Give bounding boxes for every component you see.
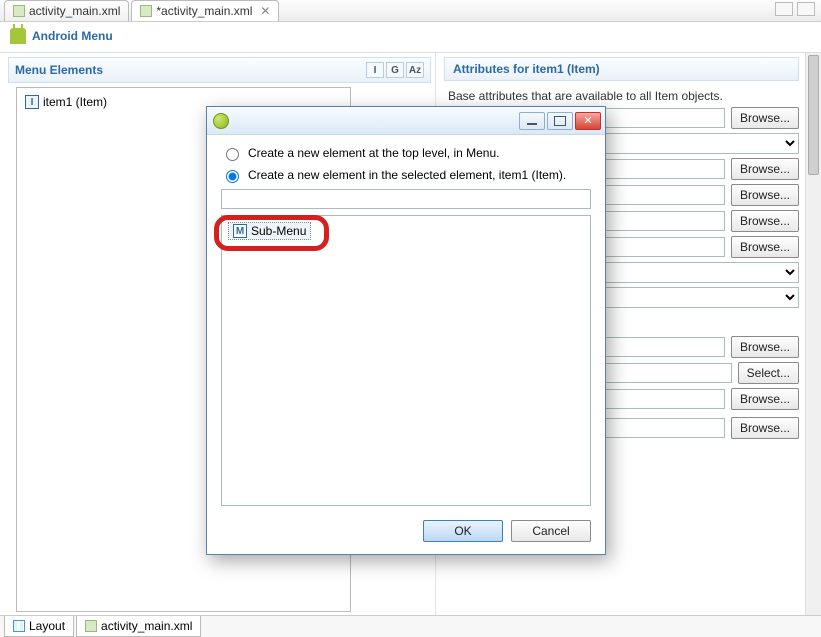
cancel-button[interactable]: Cancel bbox=[511, 520, 591, 542]
list-item-sub-menu[interactable]: M Sub-Menu bbox=[228, 222, 311, 240]
create-element-dialog: Create a new element at the top level, i… bbox=[206, 106, 606, 555]
dialog-icon bbox=[213, 113, 229, 129]
radio-top-level-label: Create a new element at the top level, i… bbox=[248, 146, 499, 160]
window-maximize-button[interactable] bbox=[547, 112, 573, 130]
radio-selected-element-label: Create a new element in the selected ele… bbox=[248, 168, 566, 182]
window-minimize-button[interactable] bbox=[519, 112, 545, 130]
radio-selected-element[interactable]: Create a new element in the selected ele… bbox=[221, 167, 591, 183]
ok-button[interactable]: OK bbox=[423, 520, 503, 542]
dialog-titlebar[interactable] bbox=[207, 107, 605, 135]
element-type-list[interactable]: M Sub-Menu bbox=[221, 215, 591, 506]
dialog-overlay: Create a new element at the top level, i… bbox=[0, 0, 821, 637]
window-close-button[interactable] bbox=[575, 112, 601, 130]
radio-top-level-input[interactable] bbox=[226, 148, 239, 161]
list-item-label: Sub-Menu bbox=[251, 224, 306, 238]
menu-icon: M bbox=[233, 224, 247, 238]
radio-selected-element-input[interactable] bbox=[226, 170, 239, 183]
filter-input[interactable] bbox=[221, 189, 591, 209]
radio-top-level[interactable]: Create a new element at the top level, i… bbox=[221, 145, 591, 161]
